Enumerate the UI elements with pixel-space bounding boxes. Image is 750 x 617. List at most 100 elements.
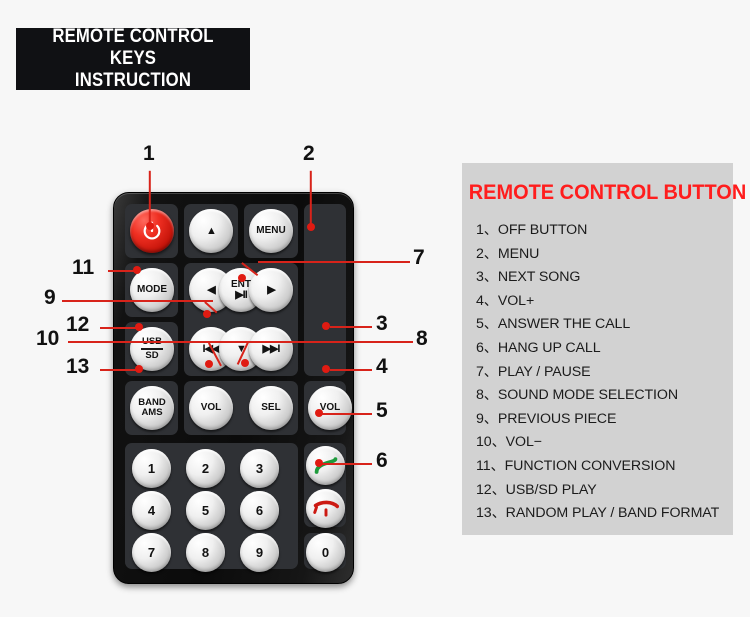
key-7-label: 7 bbox=[147, 544, 156, 560]
legend-item: 2、MENU bbox=[476, 245, 540, 262]
callout-2-leader bbox=[310, 170, 312, 228]
callout-1-leader bbox=[149, 170, 151, 227]
callout-4-dot bbox=[322, 365, 330, 373]
key-8-button[interactable]: 8 bbox=[186, 533, 225, 572]
up-arrow-icon: ▲ bbox=[206, 225, 217, 237]
callout-11-dot bbox=[133, 266, 141, 274]
key-6-button[interactable]: 6 bbox=[240, 491, 279, 530]
key-0-label: 0 bbox=[321, 544, 330, 560]
legend-list: 1、OFF BUTTON 2、MENU 3、NEXT SONG 4、VOL+ 5… bbox=[462, 219, 733, 526]
callout-5-dot bbox=[315, 409, 323, 417]
vol-down-label: VOL bbox=[200, 402, 222, 413]
callout-4-leader bbox=[330, 369, 372, 371]
header-title-line1: REMOTE CONTROL KEYS bbox=[52, 26, 214, 69]
band-ams-button[interactable]: BAND AMS bbox=[130, 386, 174, 430]
callout-6-dot bbox=[315, 459, 323, 467]
menu-button[interactable]: MENU bbox=[249, 209, 293, 253]
legend-title: REMOTE CONTROL BUTTON bbox=[468, 181, 747, 204]
legend-item: 1、OFF BUTTON bbox=[476, 222, 588, 238]
key-9-label: 9 bbox=[255, 544, 264, 560]
callout-8-leader bbox=[250, 341, 413, 343]
legend-item: 12、USB/SD PLAY bbox=[476, 481, 597, 498]
key-1-label: 1 bbox=[147, 460, 156, 476]
left-arrow-icon: ◀ bbox=[207, 284, 216, 296]
sel-button-label: SEL bbox=[261, 402, 281, 413]
callout-7-label: 7 bbox=[413, 246, 425, 269]
callout-3-label: 3 bbox=[376, 312, 388, 335]
callout-4-label: 4 bbox=[376, 355, 388, 378]
key-4-label: 4 bbox=[147, 502, 156, 518]
callout-12-leader bbox=[100, 327, 139, 329]
sel-button[interactable]: SEL bbox=[249, 386, 293, 430]
callout-13-dot bbox=[135, 365, 143, 373]
key-8-label: 8 bbox=[201, 544, 210, 560]
next-track-icon: ▶▶I bbox=[262, 343, 281, 355]
up-button[interactable]: ▲ bbox=[189, 209, 233, 253]
legend-item: 11、FUNCTION CONVERSION bbox=[476, 457, 676, 474]
callout-10-label: 10 bbox=[36, 327, 60, 350]
callout-7-leader bbox=[258, 261, 410, 263]
mode-button-label: MODE bbox=[137, 284, 167, 295]
callout-9-dot bbox=[203, 310, 211, 318]
legend-item: 8、SOUND MODE SELECTION bbox=[476, 387, 678, 404]
key-1-button[interactable]: 1 bbox=[132, 449, 171, 488]
remote-control-body: ▲ MENU MODE ◀ ENT ▶II ▶ USB SD I◀◀ ▼ ▶▶I… bbox=[113, 192, 354, 584]
callout-2-label: 2 bbox=[303, 142, 315, 165]
header-title-line2: INSTRUCTION bbox=[74, 70, 192, 91]
callout-8-label: 8 bbox=[416, 327, 428, 350]
callout-6-label: 6 bbox=[376, 449, 388, 472]
key-3-button[interactable]: 3 bbox=[240, 449, 279, 488]
callout-12-label: 12 bbox=[66, 313, 90, 336]
legend-item: 5、ANSWER THE CALL bbox=[476, 316, 631, 333]
callout-2-dot bbox=[307, 223, 315, 231]
hang-up-call-button[interactable] bbox=[306, 489, 345, 528]
callout-11-label: 11 bbox=[72, 256, 95, 279]
sd-label: SD bbox=[145, 349, 159, 361]
key-2-button[interactable]: 2 bbox=[186, 449, 225, 488]
legend-item: 13、RANDOM PLAY / BAND FORMAT bbox=[476, 505, 720, 522]
callout-5-leader bbox=[322, 413, 372, 415]
legend-item: 3、NEXT SONG bbox=[476, 269, 581, 286]
legend-item: 7、PLAY / PAUSE bbox=[476, 363, 591, 380]
callout-13-leader bbox=[100, 369, 139, 371]
hang-up-call-icon bbox=[312, 500, 339, 517]
key-5-label: 5 bbox=[201, 502, 210, 518]
vol-down-button[interactable]: VOL bbox=[189, 386, 233, 430]
key-5-button[interactable]: 5 bbox=[186, 491, 225, 530]
key-9-button[interactable]: 9 bbox=[240, 533, 279, 572]
callout-9-leader bbox=[62, 300, 213, 302]
callout-3-leader bbox=[330, 326, 372, 328]
callout-5-label: 5 bbox=[376, 399, 388, 422]
power-button[interactable] bbox=[130, 209, 174, 253]
callout-1-dot bbox=[146, 222, 154, 230]
menu-button-label: MENU bbox=[256, 225, 286, 236]
callout-3-dot bbox=[322, 322, 330, 330]
key-2-label: 2 bbox=[201, 460, 210, 476]
callout-6-leader bbox=[322, 463, 372, 465]
answer-call-button[interactable] bbox=[306, 446, 345, 485]
next-track-button[interactable]: ▶▶I bbox=[249, 327, 293, 371]
ams-label: AMS bbox=[141, 407, 163, 418]
key-3-label: 3 bbox=[255, 460, 264, 476]
callout-7-dot bbox=[238, 274, 246, 282]
callout-9-label: 9 bbox=[44, 286, 56, 309]
callout-13-label: 13 bbox=[66, 355, 90, 378]
callout-1-label: 1 bbox=[143, 142, 155, 165]
header-title: REMOTE CONTROL KEYS INSTRUCTION bbox=[30, 26, 236, 92]
play-pause-icon: ▶II bbox=[235, 289, 248, 301]
legend-item: 10、VOL− bbox=[476, 434, 542, 451]
legend-item: 6、HANG UP CALL bbox=[476, 339, 601, 356]
callout-10-leader bbox=[68, 341, 254, 343]
mode-button[interactable]: MODE bbox=[130, 268, 174, 312]
legend-item: 4、VOL+ bbox=[476, 292, 535, 309]
key-4-button[interactable]: 4 bbox=[132, 491, 171, 530]
callout-10-dot bbox=[205, 360, 213, 368]
key-7-button[interactable]: 7 bbox=[132, 533, 171, 572]
header-banner: REMOTE CONTROL KEYS INSTRUCTION bbox=[16, 26, 250, 92]
legend-item: 9、PREVIOUS PIECE bbox=[476, 410, 617, 427]
right-arrow-icon: ▶ bbox=[267, 284, 276, 296]
callout-12-dot bbox=[135, 323, 143, 331]
key-0-button[interactable]: 0 bbox=[306, 533, 345, 572]
legend-panel: REMOTE CONTROL BUTTON 1、OFF BUTTON 2、MEN… bbox=[462, 163, 747, 535]
vol-up-button[interactable]: VOL bbox=[308, 386, 352, 430]
